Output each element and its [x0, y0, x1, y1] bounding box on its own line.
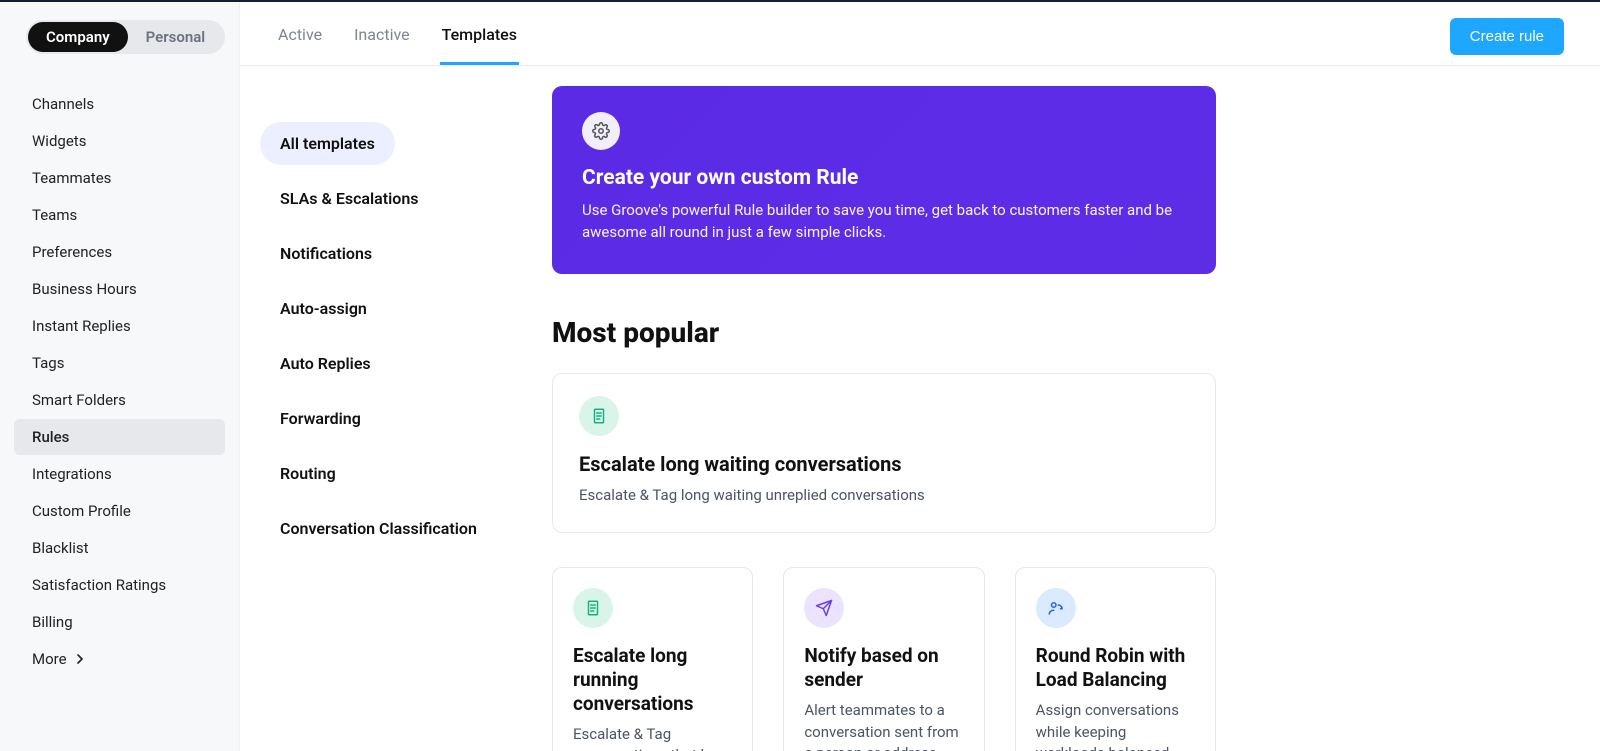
card-title: Escalate long waiting conversations	[579, 452, 1189, 477]
template-card-round-robin[interactable]: Round Robin with Load Balancing Assign c…	[1015, 567, 1216, 751]
sidebar-item-instant-replies[interactable]: Instant Replies	[14, 308, 225, 344]
sidebar-nav: Channels Widgets Teammates Teams Prefere…	[14, 86, 225, 677]
scope-company[interactable]: Company	[28, 22, 128, 52]
document-icon	[579, 396, 619, 436]
card-description: Escalate & Tag conversations that have b…	[573, 724, 732, 751]
sidebar-item-rules[interactable]: Rules	[14, 419, 225, 455]
sidebar-item-more[interactable]: More	[14, 641, 225, 677]
card-title: Round Robin with Load Balancing	[1036, 644, 1195, 692]
gear-icon	[582, 112, 620, 150]
category-auto-replies[interactable]: Auto Replies	[260, 342, 391, 385]
tab-templates[interactable]: Templates	[440, 19, 519, 65]
document-icon	[573, 588, 613, 628]
template-card-grid: Escalate long running conversations Esca…	[552, 567, 1216, 751]
chevron-right-icon	[75, 650, 85, 668]
sidebar-item-channels[interactable]: Channels	[14, 86, 225, 122]
category-conversation-classification[interactable]: Conversation Classification	[260, 507, 497, 550]
hero-title: Create your own custom Rule	[582, 166, 1186, 190]
template-categories: All templates SLAs & Escalations Notific…	[240, 66, 552, 751]
category-slas-escalations[interactable]: SLAs & Escalations	[260, 177, 439, 220]
user-cycle-icon	[1036, 588, 1076, 628]
category-all-templates[interactable]: All templates	[260, 122, 395, 165]
tab-active[interactable]: Active	[276, 19, 324, 65]
create-rule-button[interactable]: Create rule	[1450, 18, 1564, 55]
card-title: Escalate long running conversations	[573, 644, 732, 715]
category-routing[interactable]: Routing	[260, 452, 356, 495]
card-description: Assign conversations while keeping workl…	[1036, 700, 1195, 751]
sidebar-item-preferences[interactable]: Preferences	[14, 234, 225, 270]
card-description: Alert teammates to a conversation sent f…	[804, 700, 963, 751]
hero-description: Use Groove's powerful Rule builder to sa…	[582, 200, 1186, 244]
card-title: Notify based on sender	[804, 644, 963, 692]
sidebar-item-teams[interactable]: Teams	[14, 197, 225, 233]
sidebar-item-tags[interactable]: Tags	[14, 345, 225, 381]
sidebar-item-integrations[interactable]: Integrations	[14, 456, 225, 492]
scope-toggle: Company Personal	[26, 20, 225, 54]
sidebar-item-satisfaction-ratings[interactable]: Satisfaction Ratings	[14, 567, 225, 603]
tabs: Active Inactive Templates	[276, 19, 519, 64]
sidebar: Company Personal Channels Widgets Teamma…	[0, 2, 240, 751]
category-notifications[interactable]: Notifications	[260, 232, 392, 275]
sidebar-item-business-hours[interactable]: Business Hours	[14, 271, 225, 307]
sidebar-item-smart-folders[interactable]: Smart Folders	[14, 382, 225, 418]
sidebar-item-blacklist[interactable]: Blacklist	[14, 530, 225, 566]
sidebar-item-billing[interactable]: Billing	[14, 604, 225, 640]
template-card-escalate-waiting[interactable]: Escalate long waiting conversations Esca…	[552, 373, 1216, 534]
sidebar-item-widgets[interactable]: Widgets	[14, 123, 225, 159]
main: Active Inactive Templates Create rule Al…	[240, 2, 1600, 751]
custom-rule-hero[interactable]: Create your own custom Rule Use Groove's…	[552, 86, 1216, 274]
category-forwarding[interactable]: Forwarding	[260, 397, 381, 440]
template-card-escalate-running[interactable]: Escalate long running conversations Esca…	[552, 567, 753, 751]
section-title-most-popular: Most popular	[552, 316, 1540, 349]
tab-inactive[interactable]: Inactive	[352, 19, 412, 65]
card-description: Escalate & Tag long waiting unreplied co…	[579, 485, 1189, 507]
topbar: Active Inactive Templates Create rule	[240, 2, 1600, 66]
sidebar-item-teammates[interactable]: Teammates	[14, 160, 225, 196]
send-icon	[804, 588, 844, 628]
sidebar-item-custom-profile[interactable]: Custom Profile	[14, 493, 225, 529]
scope-personal[interactable]: Personal	[128, 22, 224, 52]
templates-content: Create your own custom Rule Use Groove's…	[552, 66, 1600, 751]
template-card-notify-sender[interactable]: Notify based on sender Alert teammates t…	[783, 567, 984, 751]
category-auto-assign[interactable]: Auto-assign	[260, 287, 387, 330]
